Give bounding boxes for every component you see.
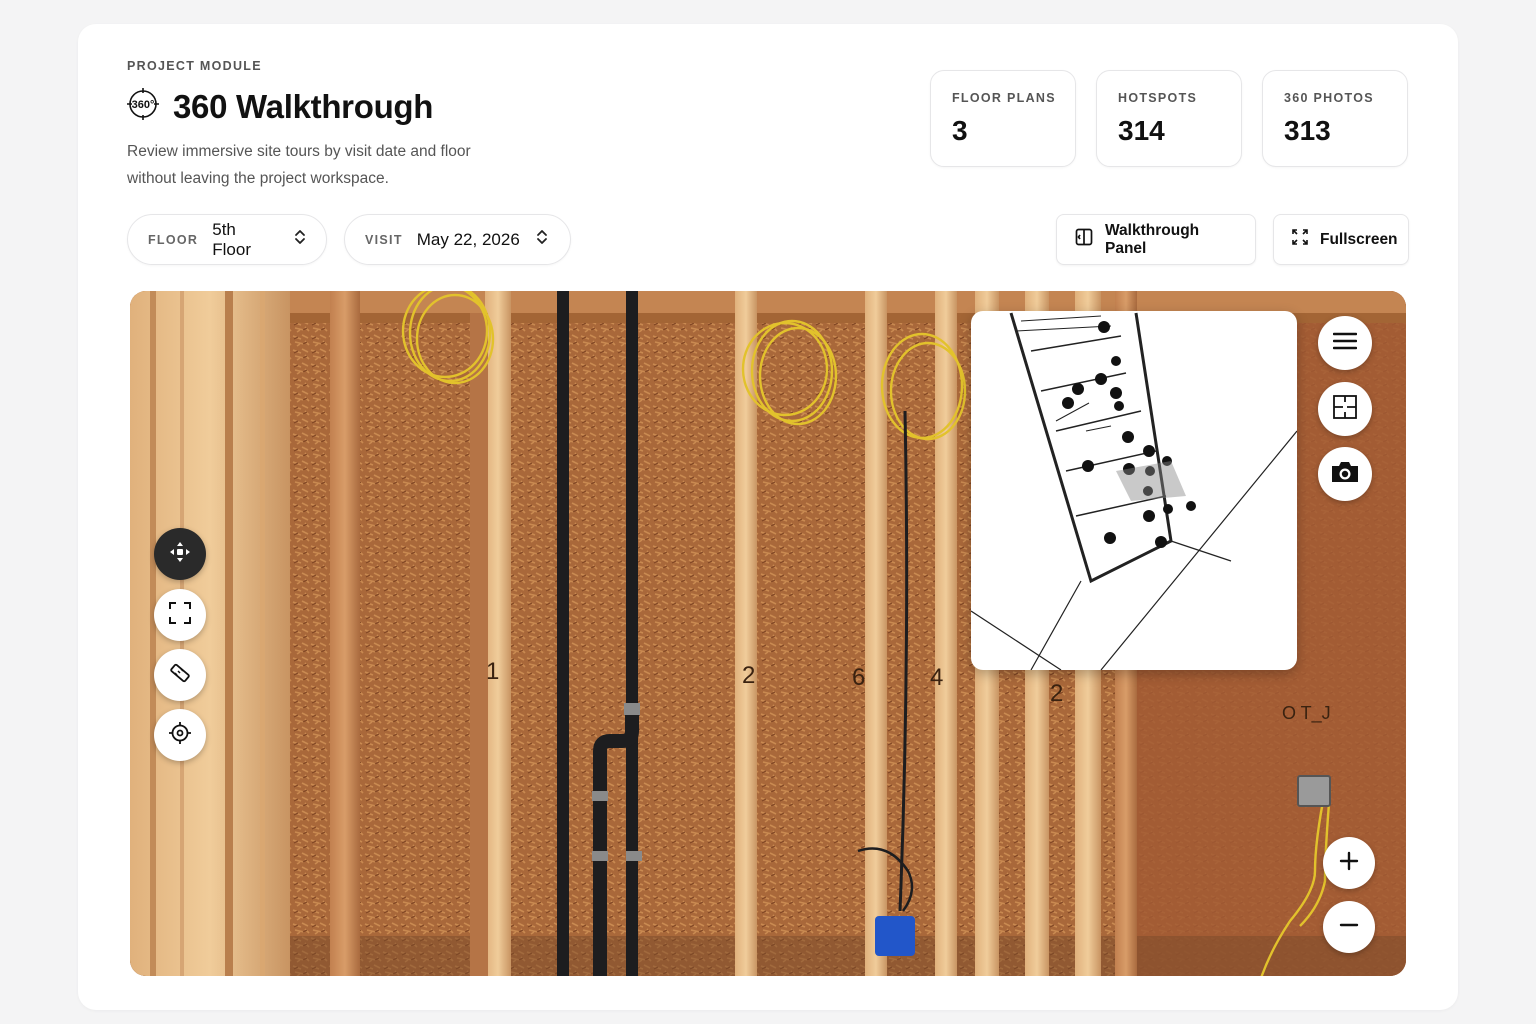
- stud-mark: 2: [742, 662, 755, 689]
- wall-mark: O T_J: [1282, 703, 1331, 724]
- floor-select[interactable]: FLOOR 5th Floor: [127, 214, 327, 265]
- zoom-in-button[interactable]: [1323, 837, 1375, 889]
- stat-value: 314: [1118, 115, 1165, 146]
- fullscreen-label: Fullscreen: [1320, 230, 1398, 248]
- fullscreen-button[interactable]: Fullscreen: [1273, 214, 1409, 265]
- visit-select[interactable]: VISIT May 22, 2026: [344, 214, 571, 265]
- target-tool-button[interactable]: [154, 709, 206, 761]
- 360-icon: 360°: [125, 86, 161, 127]
- fullscreen-icon: [1292, 229, 1308, 250]
- move-icon: [167, 539, 193, 570]
- floorplan-button[interactable]: [1318, 382, 1372, 436]
- page-title: 360 Walkthrough: [173, 87, 434, 125]
- chevron-updown-icon: [536, 229, 548, 250]
- move-tool-button[interactable]: [154, 528, 206, 580]
- floorplan-icon: [1332, 394, 1358, 425]
- panorama-viewer[interactable]: 1 2 6 4 2 O T_J: [130, 291, 1406, 976]
- floor-select-label: FLOOR: [148, 232, 199, 247]
- camera-button[interactable]: [1318, 447, 1372, 501]
- stat-label: 360 PHOTOS: [1284, 91, 1374, 105]
- walkthrough-card: PROJECT MODULE 360° 360 Walkthrough Revi…: [78, 24, 1458, 1010]
- camera-icon: [1330, 460, 1360, 489]
- stat-label: HOTSPOTS: [1118, 91, 1198, 105]
- panel-icon: [1075, 228, 1093, 251]
- measure-icon: [168, 661, 192, 690]
- module-eyebrow: PROJECT MODULE: [127, 59, 262, 73]
- floor-select-value: 5th Floor: [212, 219, 251, 259]
- svg-text:360°: 360°: [132, 99, 155, 111]
- zoom-out-icon: [1339, 915, 1359, 940]
- stat-label: FLOOR PLANS: [952, 91, 1056, 105]
- measure-tool-button[interactable]: [154, 649, 206, 701]
- stat-360-photos: 360 PHOTOS 313: [1262, 70, 1408, 167]
- stud-mark: 2: [1050, 680, 1063, 707]
- menu-button[interactable]: [1318, 316, 1372, 370]
- visit-select-value: May 22, 2026: [416, 229, 520, 249]
- stat-floor-plans: FLOOR PLANS 3: [930, 70, 1076, 167]
- title-row: 360° 360 Walkthrough: [125, 86, 433, 127]
- chevron-updown-icon: [294, 229, 306, 250]
- menu-icon: [1332, 332, 1358, 355]
- frame-icon: [169, 601, 191, 629]
- zoom-in-icon: [1339, 851, 1359, 876]
- visit-select-label: VISIT: [365, 232, 403, 247]
- frame-tool-button[interactable]: [154, 589, 206, 641]
- floorplan-drawing: [971, 312, 1297, 670]
- stud-mark: 4: [930, 664, 943, 691]
- stat-value: 313: [1284, 115, 1331, 146]
- stat-value: 3: [952, 115, 968, 146]
- stat-hotspots: HOTSPOTS 314: [1096, 70, 1242, 167]
- page-description: Review immersive site tours by visit dat…: [127, 143, 471, 187]
- target-icon: [169, 721, 191, 749]
- walkthrough-panel-button[interactable]: Walkthrough Panel: [1056, 214, 1256, 265]
- floorplan-minimap[interactable]: [971, 311, 1297, 670]
- zoom-out-button[interactable]: [1323, 901, 1375, 953]
- walkthrough-panel-label: Walkthrough Panel: [1105, 221, 1200, 257]
- stud-mark: 1: [486, 658, 499, 685]
- stud-mark: 6: [852, 664, 865, 691]
